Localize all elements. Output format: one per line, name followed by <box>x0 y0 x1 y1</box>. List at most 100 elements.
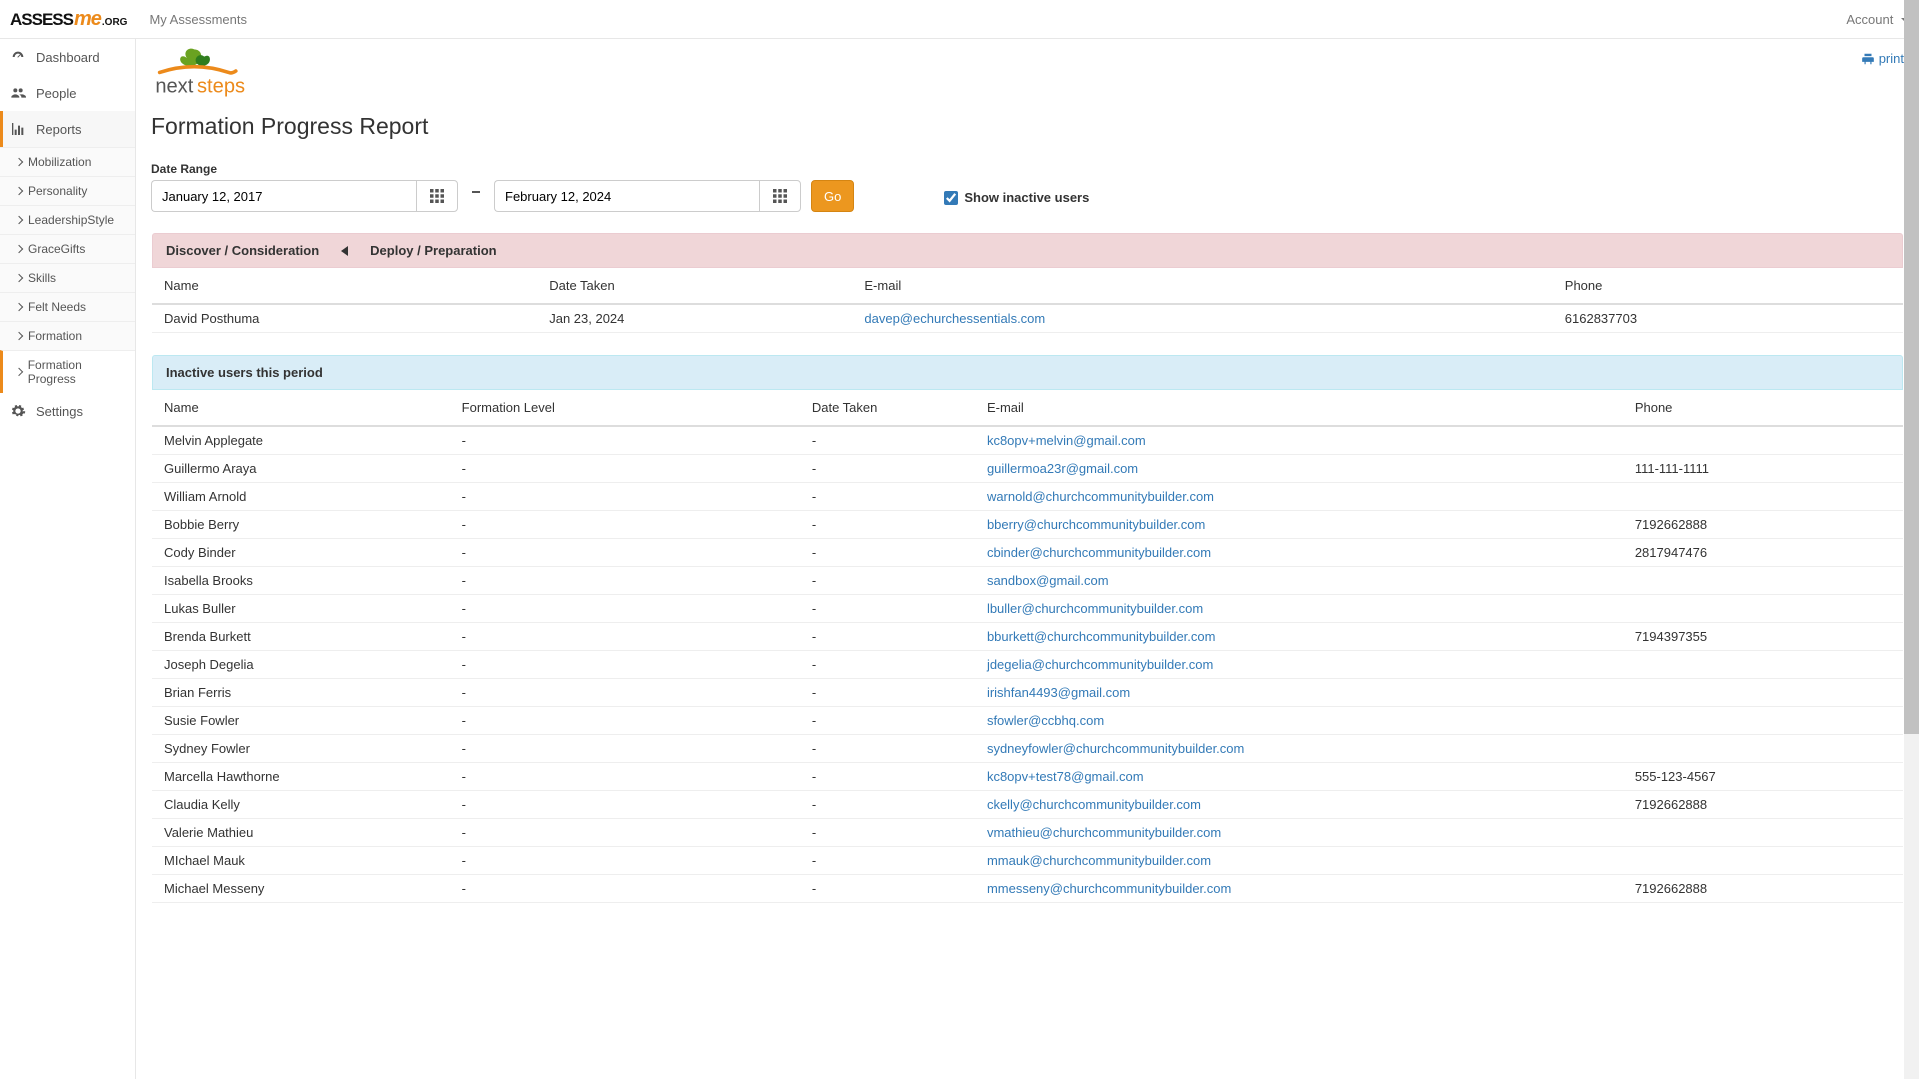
progress-table: Name Date Taken E-mail Phone David Posth… <box>152 268 1903 333</box>
cell-name: Bobbie Berry <box>152 511 450 539</box>
email-link[interactable]: cbinder@churchcommunitybuilder.com <box>987 545 1211 560</box>
sidebar-item-settings[interactable]: Settings <box>0 393 135 429</box>
cell-phone: 7194397355 <box>1623 623 1903 651</box>
nextsteps-logo: next steps <box>151 45 266 107</box>
brand-logo[interactable]: ASSESSME.ORG <box>10 8 149 31</box>
cell-level: - <box>450 651 800 679</box>
print-label: print <box>1879 51 1904 66</box>
nav-my-assessments[interactable]: My Assessments <box>149 12 247 27</box>
sidebar-subitem-leadershipstyle[interactable]: LeadershipStyle <box>0 205 135 234</box>
sidebar-subitem-label: Personality <box>28 184 87 198</box>
email-link[interactable]: jdegelia@churchcommunitybuilder.com <box>987 657 1213 672</box>
sidebar-item-dashboard[interactable]: Dashboard <box>0 39 135 75</box>
cell-level: - <box>450 511 800 539</box>
email-link[interactable]: kc8opv+melvin@gmail.com <box>987 433 1146 448</box>
cell-level: - <box>450 567 800 595</box>
progress-panel-heading: Discover / Consideration Deploy / Prepar… <box>152 233 1903 268</box>
cell-name: David Posthuma <box>152 304 537 333</box>
sidebar-subitem-gracegifts[interactable]: GraceGifts <box>0 234 135 263</box>
settings-icon <box>10 403 26 419</box>
dashboard-icon <box>10 49 26 65</box>
date-from-picker-button[interactable] <box>416 180 458 212</box>
email-link[interactable]: lbuller@churchcommunitybuilder.com <box>987 601 1203 616</box>
cell-name: William Arnold <box>152 483 450 511</box>
chevron-right-icon <box>15 216 23 224</box>
scrollbar[interactable] <box>1904 0 1919 1079</box>
cell-date: Jan 23, 2024 <box>537 304 852 333</box>
cell-name: Michael Messeny <box>152 875 450 903</box>
sidebar-item-label: People <box>36 86 76 101</box>
email-link[interactable]: guillermoa23r@gmail.com <box>987 461 1138 476</box>
cell-level: - <box>450 735 800 763</box>
email-link[interactable]: bberry@churchcommunitybuilder.com <box>987 517 1205 532</box>
sidebar-subitem-felt-needs[interactable]: Felt Needs <box>0 292 135 321</box>
email-link[interactable]: mmauk@churchcommunitybuilder.com <box>987 853 1211 868</box>
svg-text:next: next <box>155 76 193 98</box>
date-from-input[interactable] <box>151 180 416 212</box>
show-inactive-label: Show inactive users <box>964 190 1089 205</box>
date-to-input[interactable] <box>494 180 759 212</box>
arrow-left-icon <box>341 246 348 256</box>
cell-phone: 7192662888 <box>1623 791 1903 819</box>
sidebar-item-reports[interactable]: Reports <box>0 111 135 147</box>
cell-level: - <box>450 791 800 819</box>
cell-name: Isabella Brooks <box>152 567 450 595</box>
cell-level: - <box>450 455 800 483</box>
email-link[interactable]: sfowler@ccbhq.com <box>987 713 1104 728</box>
chevron-right-icon <box>15 274 23 282</box>
cell-name: Claudia Kelly <box>152 791 450 819</box>
cell-phone <box>1623 819 1903 847</box>
sidebar-subitem-skills[interactable]: Skills <box>0 263 135 292</box>
email-link[interactable]: bburkett@churchcommunitybuilder.com <box>987 629 1216 644</box>
chevron-right-icon <box>15 332 23 340</box>
cell-date: - <box>800 735 975 763</box>
email-link[interactable]: kc8opv+test78@gmail.com <box>987 769 1144 784</box>
cell-name: Lukas Buller <box>152 595 450 623</box>
cell-phone: 111-111-1111 <box>1623 455 1903 483</box>
sidebar-item-people[interactable]: People <box>0 75 135 111</box>
cell-name: Brian Ferris <box>152 679 450 707</box>
svg-text:steps: steps <box>197 76 245 98</box>
table-row: Isabella Brooks--sandbox@gmail.com <box>152 567 1903 595</box>
show-inactive-toggle[interactable]: Show inactive users <box>864 190 1089 212</box>
email-link[interactable]: irishfan4493@gmail.com <box>987 685 1130 700</box>
email-link[interactable]: vmathieu@churchcommunitybuilder.com <box>987 825 1221 840</box>
go-button[interactable]: Go <box>811 180 854 212</box>
cell-date: - <box>800 426 975 455</box>
print-link[interactable]: print <box>1861 45 1904 66</box>
table-row: MIchael Mauk--mmauk@churchcommunitybuild… <box>152 847 1903 875</box>
date-to-picker-button[interactable] <box>759 180 801 212</box>
sidebar-subitem-label: Mobilization <box>28 155 91 169</box>
sidebar-subitem-label: Felt Needs <box>28 300 86 314</box>
cell-level: - <box>450 847 800 875</box>
nav-account[interactable]: Account <box>1846 12 1909 27</box>
table-row: Susie Fowler--sfowler@ccbhq.com <box>152 707 1903 735</box>
scrollbar-thumb[interactable] <box>1904 0 1919 734</box>
show-inactive-checkbox[interactable] <box>944 191 958 205</box>
email-link[interactable]: sandbox@gmail.com <box>987 573 1109 588</box>
progress-panel: Discover / Consideration Deploy / Prepar… <box>151 232 1904 334</box>
cell-date: - <box>800 763 975 791</box>
cell-level: - <box>450 539 800 567</box>
cell-level: - <box>450 483 800 511</box>
sidebar-subitem-formation[interactable]: Formation <box>0 321 135 350</box>
people-icon <box>10 85 26 101</box>
email-link[interactable]: mmesseny@churchcommunitybuilder.com <box>987 881 1231 896</box>
sidebar-subitem-formation-progress[interactable]: Formation Progress <box>0 350 135 393</box>
col-name: Name <box>152 390 450 426</box>
email-link[interactable]: warnold@churchcommunitybuilder.com <box>987 489 1214 504</box>
sidebar-subitem-label: LeadershipStyle <box>28 213 114 227</box>
email-link[interactable]: ckelly@churchcommunitybuilder.com <box>987 797 1201 812</box>
sidebar-subitem-mobilization[interactable]: Mobilization <box>0 147 135 176</box>
chevron-right-icon <box>15 245 23 253</box>
email-link[interactable]: sydneyfowler@churchcommunitybuilder.com <box>987 741 1244 756</box>
sidebar-subitem-personality[interactable]: Personality <box>0 176 135 205</box>
cell-date: - <box>800 679 975 707</box>
col-date: Date Taken <box>537 268 852 304</box>
cell-date: - <box>800 819 975 847</box>
sidebar: Dashboard People Reports Mobilization Per… <box>0 39 136 1079</box>
table-row: Melvin Applegate--kc8opv+melvin@gmail.co… <box>152 426 1903 455</box>
email-link[interactable]: davep@echurchessentials.com <box>864 311 1045 326</box>
progress-heading-right: Deploy / Preparation <box>370 243 496 258</box>
sidebar-item-label: Reports <box>36 122 82 137</box>
